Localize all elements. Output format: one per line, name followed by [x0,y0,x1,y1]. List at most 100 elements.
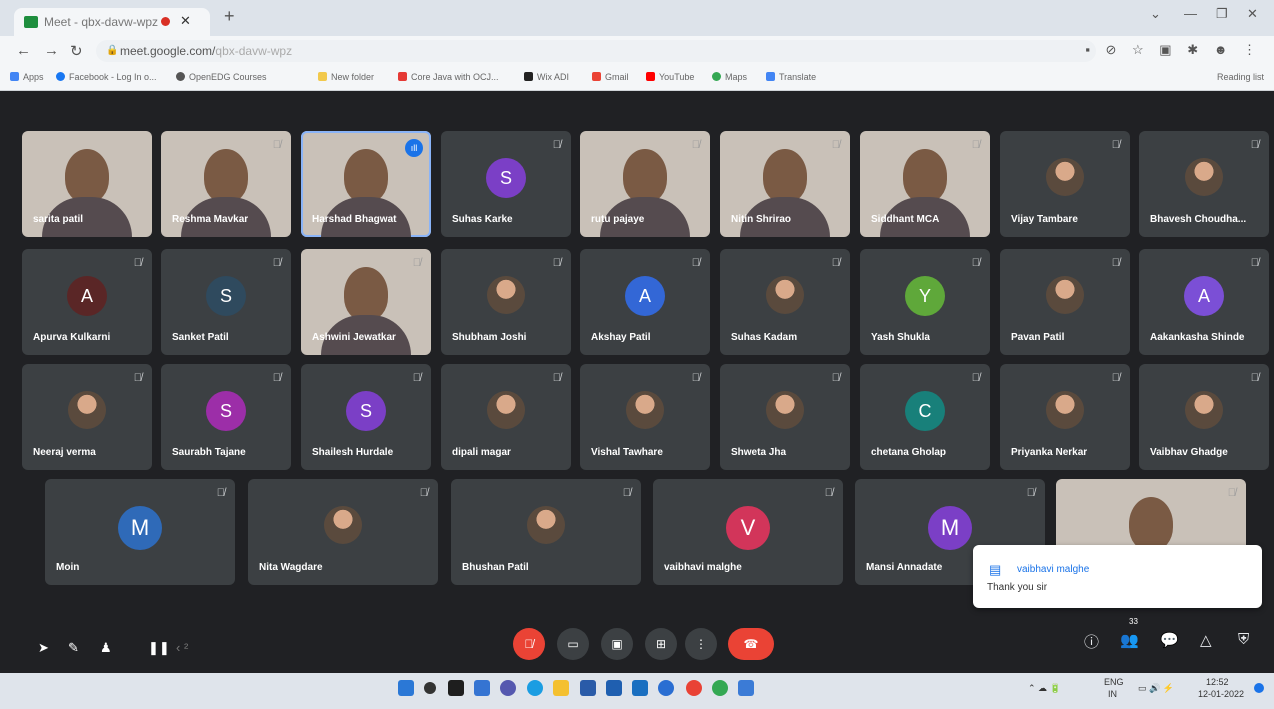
notification-icon[interactable] [1254,683,1264,693]
participant-video [1129,497,1173,551]
participant-tile[interactable]: S 🎙̸ Sanket Patil [161,249,291,355]
participant-photo [1185,391,1223,429]
pause-tool-icon[interactable]: ❚❚ [148,640,170,656]
bookmark-wix[interactable]: Wix ADI [524,72,569,82]
participant-tile[interactable]: ıll Harshad Bhagwat [301,131,431,237]
chat-message: Thank you sir [987,582,1048,593]
search-icon[interactable] [424,682,436,694]
participant-name: Vijay Tambare [1011,214,1078,225]
clock-time[interactable]: 12:52 [1206,677,1229,687]
reload-button[interactable]: ↻ [70,42,83,60]
participant-tile[interactable]: A 🎙̸ Aakankasha Shinde [1139,249,1269,355]
close-window-button[interactable]: ✕ [1247,6,1258,22]
participant-tile[interactable]: 🎙̸ Shubham Joshi [441,249,571,355]
captions-button[interactable]: ▣ [601,628,633,660]
extension-icons[interactable]: ▪ ⊘ ☆ ▣ ✱ ☻ ⋮ [1085,42,1262,58]
forward-button[interactable]: → [44,42,59,59]
meeting-details-icon[interactable]: ⓘ [1084,631,1099,652]
participant-tile[interactable]: A 🎙̸ Apurva Kulkarni [22,249,152,355]
task-view-icon[interactable] [448,680,464,696]
store-icon[interactable] [580,680,596,696]
participant-tile[interactable]: 🎙̸ Suhas Kadam [720,249,850,355]
participant-tile[interactable]: 🎙̸ Pavan Patil [1000,249,1130,355]
bookmark-new-folder[interactable]: New folder [318,72,374,82]
participant-tile[interactable]: 🎙̸ Ashwini Jewatkar [301,249,431,355]
network-volume-icons[interactable]: ▭ 🔊 ⚡ [1138,683,1174,694]
participants-icon[interactable]: 👥 [1120,631,1139,649]
participant-tile[interactable]: 🎙̸ Neeraj verma [22,364,152,470]
language-indicator[interactable]: ENG [1104,677,1124,687]
highlighter-tool-icon[interactable]: ♟ [100,640,112,656]
activities-icon[interactable]: △ [1200,631,1212,649]
participant-name: Aakankasha Shinde [1150,332,1245,343]
reading-list-button[interactable]: Reading list [1217,72,1264,82]
participant-tile[interactable]: 🎙̸ Reshma Mavkar [161,131,291,237]
chrome-icon[interactable] [686,680,702,696]
participant-tile[interactable]: 🎙̸ Nita Wagdare [248,479,438,585]
participant-tile[interactable]: M 🎙̸ Moin [45,479,235,585]
more-options-button[interactable]: ⋮ [685,628,717,660]
pointer-tool-icon[interactable]: ➤ [38,640,49,656]
leave-call-button[interactable]: ☎ [728,628,774,660]
url-input[interactable]: 🔒 meet.google.com/qbx-davw-wpz [96,40,1096,62]
bookmark-gmail[interactable]: Gmail [592,72,629,82]
settings-icon[interactable] [658,680,674,696]
participant-tile[interactable]: S 🎙̸ Saurabh Tajane [161,364,291,470]
new-tab-button[interactable]: + [224,6,235,27]
bookmark-core-java[interactable]: Core Java with OCJ... [398,72,499,82]
participants-count-badge: 33 [1129,617,1138,626]
chat-icon[interactable]: 💬 [1160,631,1179,649]
maximize-button[interactable]: ❐ [1216,6,1228,22]
participant-tile[interactable]: 🎙̸ Bhavesh Choudha... [1139,131,1269,237]
collapse-tools-icon[interactable]: ‹ ² [176,640,188,655]
participant-tile[interactable]: 🎙̸ rutu pajaye [580,131,710,237]
minimize-button[interactable]: — [1184,6,1197,21]
start-icon[interactable] [398,680,414,696]
participant-avatar: A [1184,276,1224,316]
file-explorer-icon[interactable] [553,680,569,696]
participant-tile[interactable]: V 🎙̸ vaibhavi malghe [653,479,843,585]
participant-tile[interactable]: 🎙̸ Priyanka Nerkar [1000,364,1130,470]
participant-tile[interactable]: 🎙̸ Vishal Tawhare [580,364,710,470]
dropbox-icon[interactable] [606,680,622,696]
camera-toggle-button[interactable]: ▭ [557,628,589,660]
bookmark-youtube[interactable]: YouTube [646,72,694,82]
participant-tile[interactable]: S 🎙̸ Shailesh Hurdale [301,364,431,470]
tab-close-icon[interactable]: ✕ [180,13,191,29]
muted-mic-icon: 🎙̸ [552,257,561,269]
participant-tile[interactable]: sarita patil [22,131,152,237]
participant-tile[interactable]: 🎙̸ Vijay Tambare [1000,131,1130,237]
mic-toggle-button[interactable]: 🎙̸ [513,628,545,660]
widgets-icon[interactable] [474,680,490,696]
participant-tile[interactable]: 🎙̸ Bhushan Patil [451,479,641,585]
bookmark-maps[interactable]: Maps [712,72,747,82]
participant-name: dipali magar [452,447,511,458]
tab-search-icon[interactable]: ⌄ [1150,6,1161,22]
participant-tile[interactable]: 🎙̸ Siddhant MCA [860,131,990,237]
participant-tile[interactable]: 🎙̸ Shweta Jha [720,364,850,470]
edge-icon[interactable] [527,680,543,696]
participant-tile[interactable]: C 🎙̸ chetana Gholap [860,364,990,470]
bookmark-translate[interactable]: Translate [766,72,816,82]
chrome-profile-icon[interactable] [712,680,728,696]
participant-tile[interactable]: A 🎙̸ Akshay Patil [580,249,710,355]
tray-icons[interactable]: ⌃ ☁ 🔋 [1028,683,1061,694]
tab-meet[interactable]: Meet - qbx-davw-wpz ✕ [14,8,210,36]
participant-avatar: S [206,391,246,431]
participant-tile[interactable]: 🎙̸ dipali magar [441,364,571,470]
host-controls-icon[interactable]: ⛨ [1238,631,1249,648]
present-button[interactable]: ⊞ [645,628,677,660]
participant-tile[interactable]: S 🎙̸ Suhas Karke [441,131,571,237]
participant-tile[interactable]: Y 🎙̸ Yash Shukla [860,249,990,355]
bookmark-openedg[interactable]: OpenEDG Courses [176,72,267,82]
photos-icon[interactable] [738,680,754,696]
participant-tile[interactable]: 🎙̸ Nitin Shrirao [720,131,850,237]
back-button[interactable]: ← [16,42,31,59]
teams-chat-icon[interactable] [500,680,516,696]
bookmark-apps[interactable]: Apps [10,72,44,82]
participant-tile[interactable]: 🎙̸ Vaibhav Ghadge [1139,364,1269,470]
bookmark-facebook[interactable]: Facebook - Log In o... [56,72,157,82]
chat-notification[interactable]: ▤ vaibhavi malghe Thank you sir [973,545,1262,608]
pen-tool-icon[interactable]: ✎ [68,640,79,656]
app-icon[interactable] [632,680,648,696]
